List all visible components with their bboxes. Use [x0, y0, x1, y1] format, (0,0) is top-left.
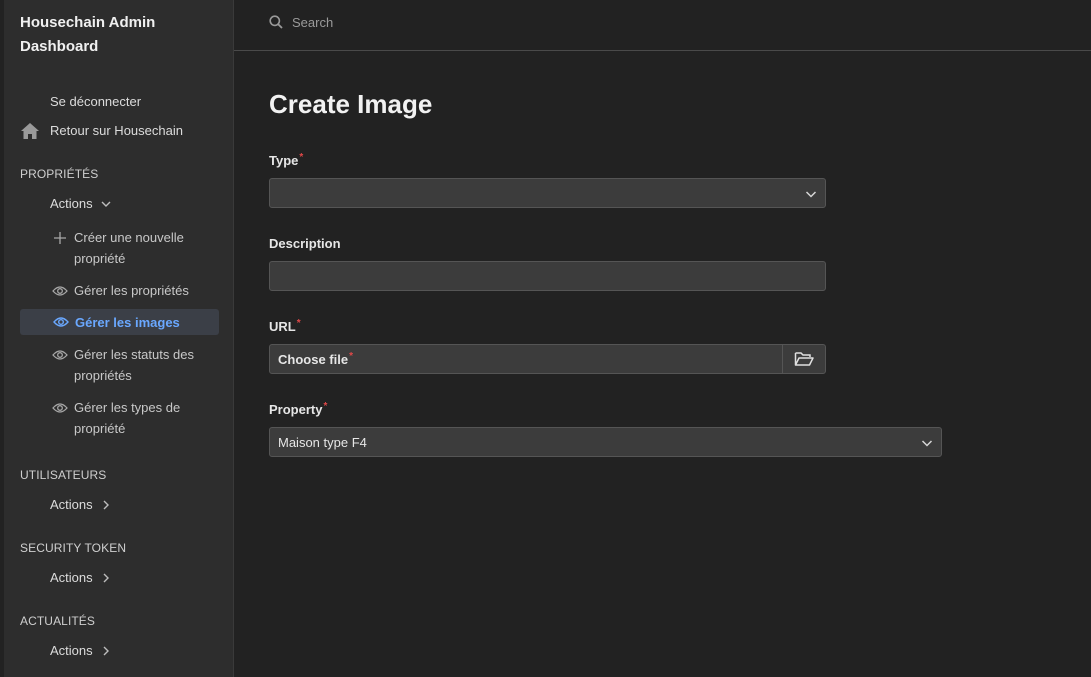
type-label: Type*: [269, 152, 304, 168]
topbar: [234, 0, 1091, 51]
property-label-text: Property: [269, 402, 323, 417]
browse-button[interactable]: [782, 345, 825, 373]
chevron-down-icon: [101, 201, 111, 207]
required-mark: *: [296, 318, 301, 329]
sidebar-edge: [0, 0, 4, 677]
eye-icon: [52, 344, 68, 365]
page-title: Create Image: [269, 89, 433, 119]
plus-icon: [52, 227, 68, 248]
url-label: URL*: [269, 318, 301, 334]
sidebar-item-manage-types[interactable]: Gérer les types de propriété: [52, 397, 220, 439]
section-title-proprietes: PROPRIÉTÉS: [20, 167, 99, 181]
eye-icon: [53, 316, 69, 328]
search-icon: [269, 15, 283, 29]
url-file-input[interactable]: Choose file*: [269, 344, 826, 374]
chevron-down-icon: [805, 191, 817, 198]
app-title: Housechain Admin Dashboard: [20, 14, 156, 55]
actions-label: Actions: [50, 643, 93, 658]
chevron-down-icon: [921, 440, 933, 447]
description-field[interactable]: [269, 261, 826, 291]
sidebar-item-label: Gérer les types de propriété: [74, 400, 181, 436]
actions-toggle-security-token[interactable]: Actions: [50, 569, 111, 587]
choose-file-text: Choose file: [278, 352, 349, 367]
sidebar-item-label: Gérer les images: [75, 314, 180, 330]
sidebar-item-manage-images[interactable]: Gérer les images: [20, 309, 219, 335]
section-title-actualites: ACTUALITÉS: [20, 614, 96, 628]
sidebar: Housechain Admin Dashboard Se déconnecte…: [0, 0, 234, 677]
search-input[interactable]: [292, 12, 592, 32]
home-link[interactable]: Retour sur Housechain: [50, 122, 183, 140]
eye-icon: [52, 280, 68, 301]
description-label: Description: [269, 236, 341, 251]
sidebar-item-label: Créer une nouvelle propriété: [74, 230, 184, 266]
choose-file-label: Choose file*: [278, 351, 353, 367]
folder-open-icon: [794, 352, 814, 366]
chevron-right-icon: [103, 646, 109, 656]
sidebar-item-create-property[interactable]: Créer une nouvelle propriété: [52, 227, 220, 269]
sidebar-item-label: Gérer les statuts des propriétés: [74, 347, 194, 383]
actions-label: Actions: [50, 570, 93, 585]
required-mark: *: [323, 401, 328, 412]
url-label-text: URL: [269, 319, 296, 334]
chevron-right-icon: [103, 573, 109, 583]
actions-label: Actions: [50, 497, 93, 512]
sidebar-item-label: Gérer les propriétés: [74, 283, 189, 298]
section-title-security-token: SECURITY TOKEN: [20, 541, 127, 555]
actions-toggle-proprietes[interactable]: Actions: [50, 195, 111, 213]
type-label-text: Type: [269, 153, 299, 168]
required-mark: *: [299, 152, 304, 163]
sidebar-item-manage-statuses[interactable]: Gérer les statuts des propriétés: [52, 344, 220, 386]
property-label: Property*: [269, 401, 328, 417]
actions-label: Actions: [50, 196, 93, 211]
home-icon: [21, 123, 39, 139]
actions-toggle-actualites[interactable]: Actions: [50, 642, 111, 660]
actions-toggle-utilisateurs[interactable]: Actions: [50, 496, 111, 514]
type-select[interactable]: [269, 178, 826, 208]
section-title-utilisateurs: UTILISATEURS: [20, 468, 107, 482]
required-mark: *: [349, 351, 353, 362]
eye-icon: [52, 397, 68, 418]
chevron-right-icon: [103, 500, 109, 510]
logout-link[interactable]: Se déconnecter: [50, 93, 141, 111]
sidebar-item-manage-properties[interactable]: Gérer les propriétés: [52, 280, 220, 301]
property-select[interactable]: Maison type F4: [269, 427, 942, 457]
property-select-value: Maison type F4: [278, 435, 367, 450]
